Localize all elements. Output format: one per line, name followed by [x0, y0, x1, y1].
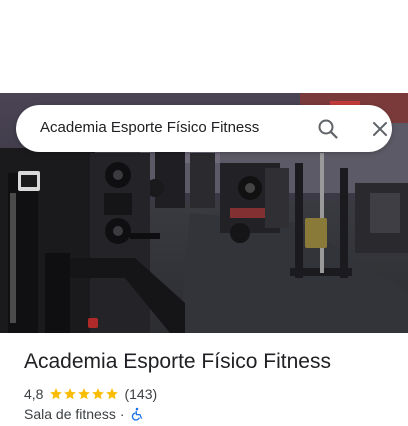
- star-icon: [78, 388, 91, 400]
- search-icon[interactable]: [316, 117, 340, 141]
- place-category: Sala de fitness: [24, 406, 116, 422]
- separator-dot: ·: [119, 406, 125, 422]
- star-icon: [50, 388, 63, 400]
- rating-value: 4,8: [24, 386, 44, 402]
- review-count[interactable]: (143): [124, 386, 157, 402]
- place-title: Academia Esporte Físico Fitness: [24, 350, 331, 373]
- search-bar[interactable]: Academia Esporte Físico Fitness: [16, 105, 392, 152]
- close-icon[interactable]: [368, 117, 392, 141]
- star-icon: [106, 388, 119, 400]
- category-row: Sala de fitness ·: [24, 406, 144, 422]
- search-query-text[interactable]: Academia Esporte Físico Fitness: [40, 119, 259, 136]
- star-icon: [92, 388, 105, 400]
- place-card-page: Academia Esporte Físico Fitness Academia…: [0, 0, 408, 426]
- rating-stars: [49, 387, 119, 401]
- wheelchair-accessible-icon: [130, 407, 144, 421]
- star-icon: [64, 388, 77, 400]
- rating-row[interactable]: 4,8 (143): [24, 386, 157, 402]
